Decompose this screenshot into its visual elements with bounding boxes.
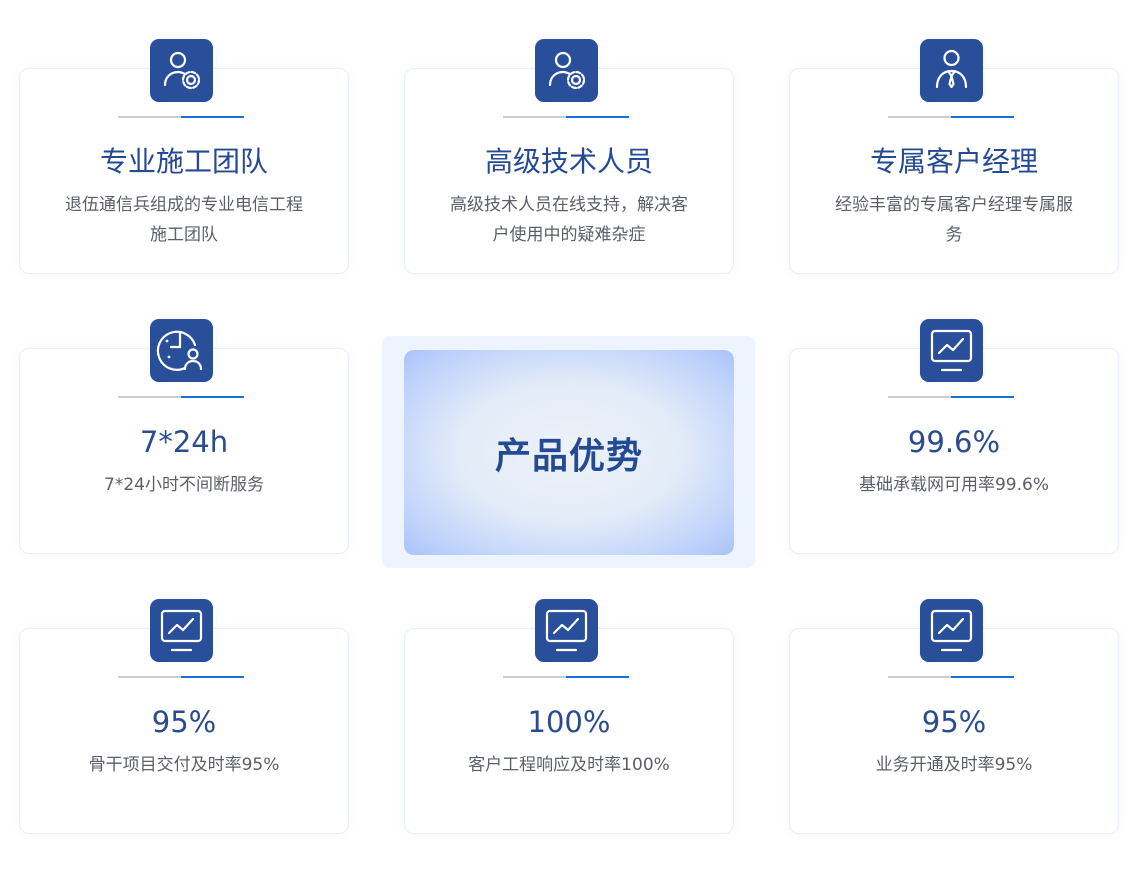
monitor-chart-icon bbox=[920, 599, 983, 662]
card-title: 专业施工团队 bbox=[99, 145, 268, 178]
divider bbox=[503, 116, 629, 118]
divider bbox=[118, 396, 244, 398]
divider bbox=[888, 676, 1014, 678]
user-gear-icon bbox=[535, 39, 598, 102]
card-title: 高级技术人员 bbox=[484, 145, 653, 178]
card-description: 经验丰富的专属客户经理专属服务 bbox=[835, 195, 1073, 245]
product-advantages-box: 产品优势 bbox=[404, 350, 734, 555]
card-description: 客户工程响应及时率100% bbox=[468, 755, 670, 775]
card-description: 业务开通及时率95% bbox=[875, 755, 1033, 775]
product-advantages-panel: 产品优势 bbox=[382, 336, 755, 568]
card-description: 7*24小时不间断服务 bbox=[104, 475, 264, 495]
card-title: 7*24h bbox=[139, 425, 229, 459]
card-description: 基础承载网可用率99.6% bbox=[858, 475, 1049, 495]
divider bbox=[118, 676, 244, 678]
product-advantages-title: 产品优势 bbox=[494, 435, 643, 477]
divider bbox=[503, 676, 629, 678]
card-description: 高级技术人员在线支持，解决客户使用中的疑难杂症 bbox=[450, 195, 688, 245]
card-title: 专属客户经理 bbox=[869, 145, 1038, 178]
divider bbox=[118, 116, 244, 118]
monitor-chart-icon bbox=[920, 319, 983, 382]
card-description: 退伍通信兵组成的专业电信工程施工团队 bbox=[65, 195, 303, 245]
monitor-chart-icon bbox=[150, 599, 213, 662]
card-title: 95% bbox=[921, 705, 987, 739]
clock-user-icon bbox=[150, 319, 213, 382]
card-title: 100% bbox=[527, 705, 611, 739]
card-title: 99.6% bbox=[907, 425, 1001, 459]
monitor-chart-icon bbox=[535, 599, 598, 662]
card-title: 95% bbox=[151, 705, 217, 739]
user-gear-icon bbox=[150, 39, 213, 102]
card-description: 骨干项目交付及时率95% bbox=[88, 755, 280, 775]
divider bbox=[888, 116, 1014, 118]
manager-icon bbox=[920, 39, 983, 102]
divider bbox=[888, 396, 1014, 398]
